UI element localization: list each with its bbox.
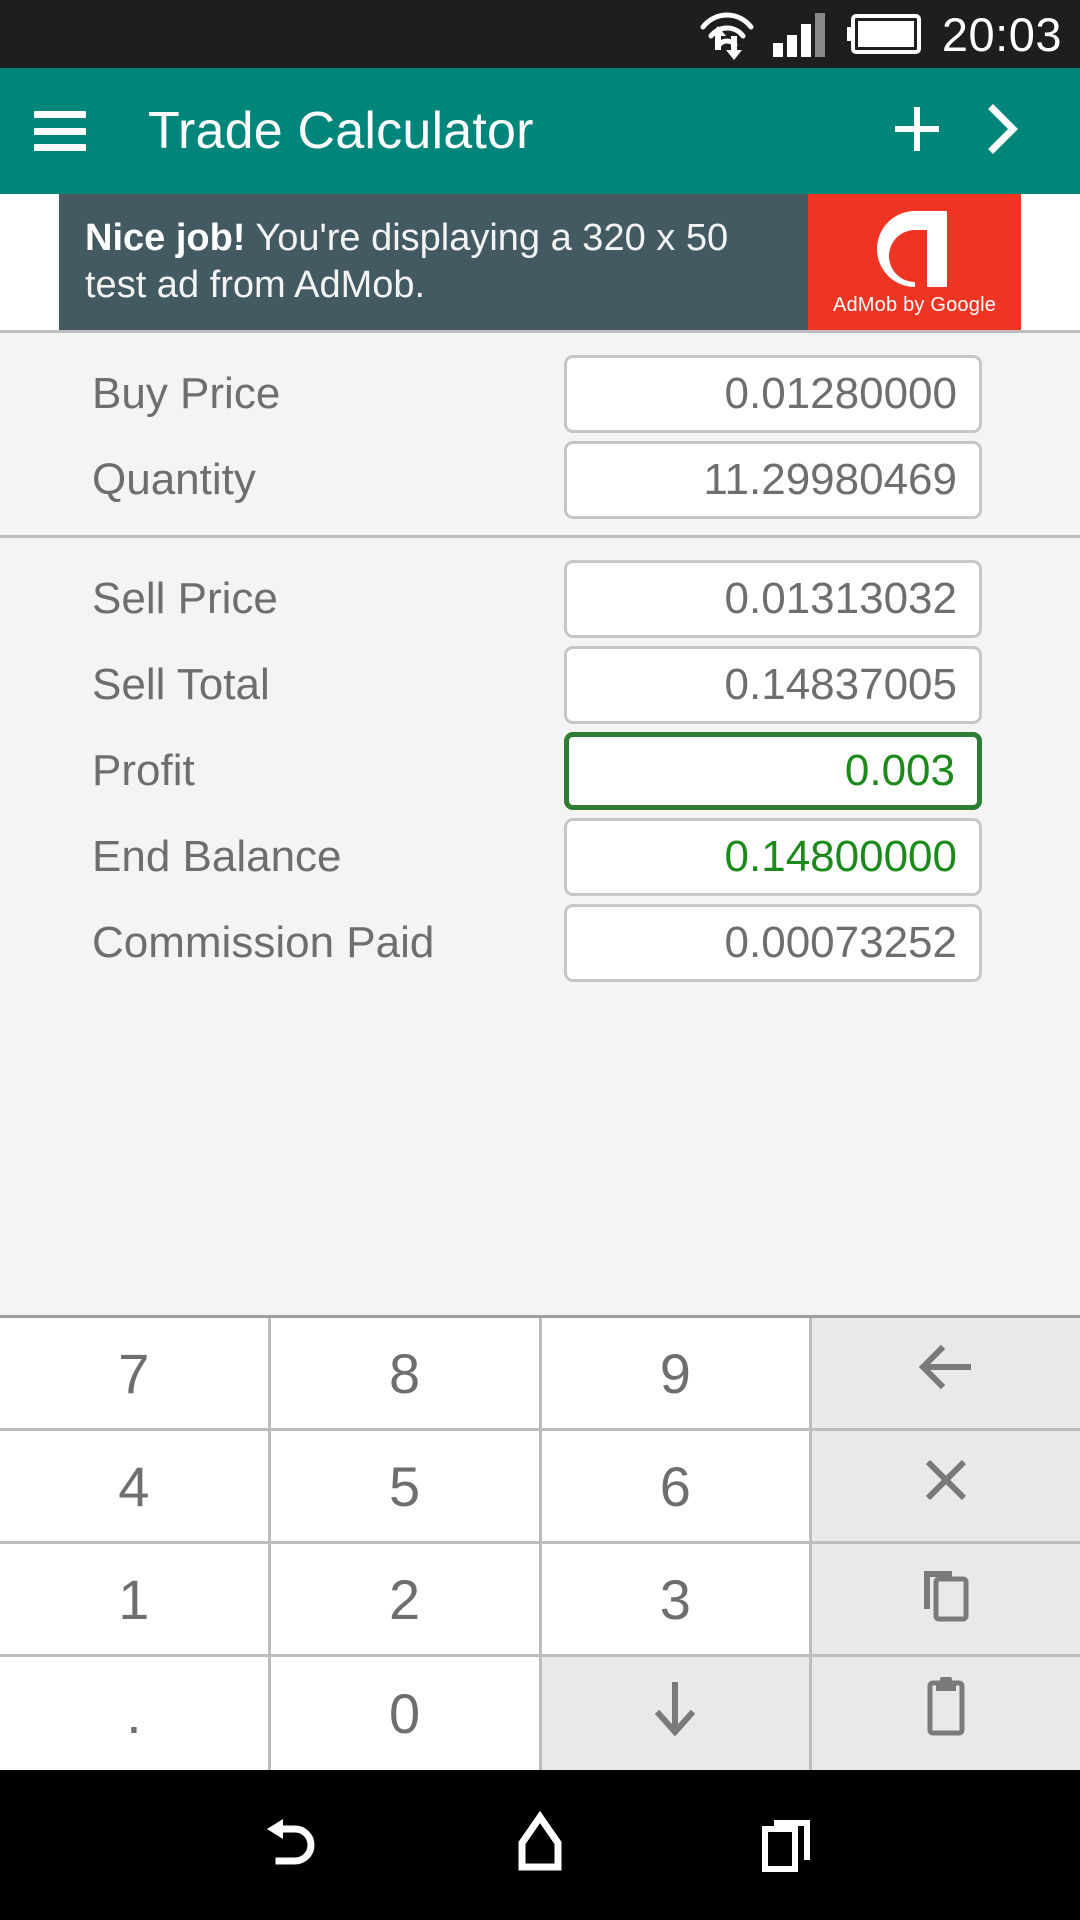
status-bar: 20:03 bbox=[0, 0, 1080, 68]
sell-total-label: Sell Total bbox=[92, 660, 270, 709]
key-9[interactable]: 9 bbox=[541, 1318, 813, 1428]
profit-input[interactable]: 0.003 bbox=[564, 732, 982, 810]
battery-icon bbox=[846, 12, 922, 56]
page-title: Trade Calculator bbox=[148, 102, 534, 160]
home-button[interactable] bbox=[495, 1800, 585, 1890]
quantity-input[interactable]: 11.29980469 bbox=[564, 441, 982, 519]
numeric-keypad: 7 8 9 4 5 6 1 2 3 . 0 bbox=[0, 1315, 1080, 1770]
home-icon bbox=[512, 1810, 568, 1880]
keypad-row: . 0 bbox=[0, 1657, 1080, 1770]
app-bar: Trade Calculator bbox=[0, 68, 1080, 194]
commission-paid-input[interactable]: 0.00073252 bbox=[564, 904, 982, 982]
ad-logo-caption: AdMob by Google bbox=[832, 293, 997, 316]
commission-paid-label: Commission Paid bbox=[92, 918, 435, 967]
key-7[interactable]: 7 bbox=[0, 1318, 271, 1428]
backspace-key[interactable] bbox=[812, 1318, 1080, 1428]
key-2[interactable]: 2 bbox=[270, 1544, 542, 1654]
field-row: End Balance 0.14800000 bbox=[0, 814, 1080, 900]
admob-test-ad[interactable]: Nice job! You're displaying a 320 x 50 t… bbox=[59, 194, 1021, 330]
cellular-signal-icon bbox=[772, 11, 830, 57]
buy-price-input[interactable]: 0.01280000 bbox=[564, 355, 982, 433]
back-button[interactable] bbox=[248, 1800, 338, 1890]
sell-group: Sell Price 0.01313032 Sell Total 0.14837… bbox=[0, 538, 1080, 998]
key-decimal[interactable]: . bbox=[0, 1657, 271, 1770]
quantity-label: Quantity bbox=[92, 455, 256, 504]
admob-mark-icon bbox=[869, 208, 961, 290]
admob-logo: AdMob by Google bbox=[808, 194, 1021, 330]
backspace-icon bbox=[913, 1338, 979, 1409]
key-4[interactable]: 4 bbox=[0, 1431, 271, 1541]
back-icon bbox=[261, 1811, 325, 1880]
clear-icon bbox=[918, 1452, 974, 1521]
next-button[interactable] bbox=[960, 101, 1046, 162]
key-0[interactable]: 0 bbox=[270, 1657, 542, 1770]
copy-key[interactable] bbox=[812, 1544, 1080, 1654]
phone-screen: 20:03 Trade Calculator Nice job! You're … bbox=[0, 0, 1080, 1920]
sell-total-input[interactable]: 0.14837005 bbox=[564, 646, 982, 724]
recents-icon bbox=[757, 1811, 817, 1880]
buy-group: Buy Price 0.01280000 Quantity 11.2998046… bbox=[0, 333, 1080, 535]
sell-price-input[interactable]: 0.01313032 bbox=[564, 560, 982, 638]
field-row: Profit 0.003 bbox=[0, 728, 1080, 814]
clear-key[interactable] bbox=[812, 1431, 1080, 1541]
hamburger-menu-icon[interactable] bbox=[34, 111, 86, 151]
paste-key[interactable] bbox=[812, 1657, 1080, 1770]
field-row: Commission Paid 0.00073252 bbox=[0, 900, 1080, 986]
sell-price-label: Sell Price bbox=[92, 574, 278, 623]
key-5[interactable]: 5 bbox=[270, 1431, 542, 1541]
android-nav-bar bbox=[0, 1770, 1080, 1920]
next-field-key[interactable] bbox=[541, 1657, 813, 1770]
key-8[interactable]: 8 bbox=[270, 1318, 542, 1428]
ad-banner-container: Nice job! You're displaying a 320 x 50 t… bbox=[0, 194, 1080, 330]
key-3[interactable]: 3 bbox=[541, 1544, 813, 1654]
paste-icon bbox=[918, 1673, 974, 1754]
keypad-row: 4 5 6 bbox=[0, 1431, 1080, 1544]
end-balance-input[interactable]: 0.14800000 bbox=[564, 818, 982, 896]
recents-button[interactable] bbox=[742, 1800, 832, 1890]
plus-icon bbox=[889, 101, 945, 162]
keypad-row: 1 2 3 bbox=[0, 1544, 1080, 1657]
calculator-form: Buy Price 0.01280000 Quantity 11.2998046… bbox=[0, 330, 1080, 1315]
field-row: Quantity 11.29980469 bbox=[0, 437, 1080, 523]
status-bar-clock: 20:03 bbox=[941, 7, 1062, 61]
key-6[interactable]: 6 bbox=[541, 1431, 813, 1541]
add-button[interactable] bbox=[874, 101, 960, 162]
chevron-right-icon bbox=[981, 101, 1025, 162]
field-row: Sell Total 0.14837005 bbox=[0, 642, 1080, 728]
wifi-transfer-icon bbox=[698, 8, 756, 60]
field-row: Sell Price 0.01313032 bbox=[0, 556, 1080, 642]
field-row: Buy Price 0.01280000 bbox=[0, 351, 1080, 437]
ad-text: Nice job! You're displaying a 320 x 50 t… bbox=[59, 194, 808, 330]
keypad-row: 7 8 9 bbox=[0, 1318, 1080, 1431]
profit-label: Profit bbox=[92, 746, 195, 795]
end-balance-label: End Balance bbox=[92, 832, 342, 881]
key-1[interactable]: 1 bbox=[0, 1544, 271, 1654]
ad-headline: Nice job! bbox=[85, 216, 246, 259]
next-field-icon bbox=[649, 1674, 701, 1753]
copy-icon bbox=[916, 1561, 976, 1638]
buy-price-label: Buy Price bbox=[92, 369, 281, 418]
